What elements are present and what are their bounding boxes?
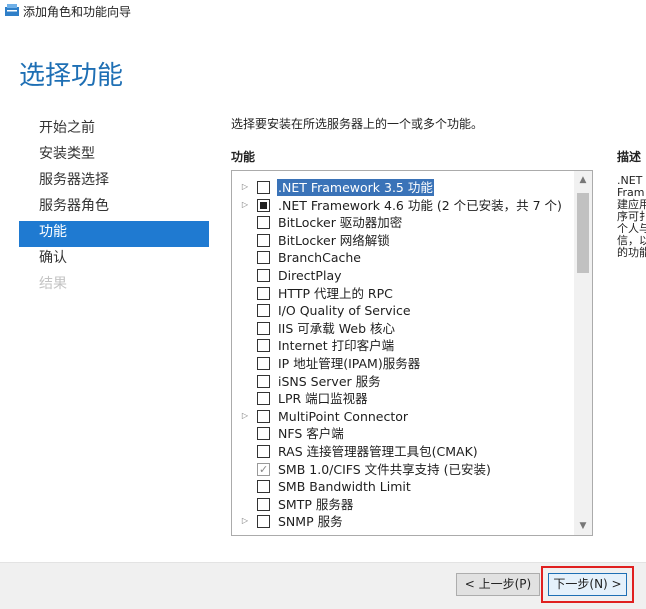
feature-item[interactable]: Internet 打印客户端 xyxy=(232,337,572,354)
feature-label: LPR 端口监视器 xyxy=(278,391,368,407)
feature-checkbox[interactable] xyxy=(257,269,270,282)
feature-label: NFS 客户端 xyxy=(278,426,344,442)
wizard-step: 结果 xyxy=(39,276,67,292)
feature-item[interactable]: ▷ SNMP 服务 xyxy=(232,513,572,530)
expand-arrow-icon[interactable]: ▷ xyxy=(240,182,250,192)
feature-item[interactable]: IP 地址管理(IPAM)服务器 xyxy=(232,355,572,372)
window-title: 添加角色和功能向导 xyxy=(23,5,132,19)
feature-checkbox[interactable] xyxy=(257,251,270,265)
feature-item[interactable]: BitLocker 网络解锁 xyxy=(232,232,572,249)
wizard-step[interactable]: 安装类型 xyxy=(39,143,179,169)
feature-checkbox[interactable] xyxy=(257,409,270,423)
description-line: 的功能 xyxy=(617,246,646,259)
wizard-steps: 开始之前 安装类型 服务器选择 服务器角色 功能 确认结果 xyxy=(19,117,209,299)
feature-label: SMB Bandwidth Limit xyxy=(278,479,411,495)
feature-item[interactable]: ▷ MultiPoint Connector xyxy=(232,408,572,425)
feature-item[interactable]: ▷ .NET Framework 4.6 功能 (2 个已安装，共 7 个) xyxy=(232,197,572,214)
feature-checkbox[interactable] xyxy=(257,461,270,478)
feature-description: .NET Fram 建应用 序可扌 个人与 信，以 的功能 xyxy=(617,175,646,259)
feature-checkbox[interactable] xyxy=(257,286,270,300)
feature-item[interactable]: iSNS Server 服务 xyxy=(232,373,572,390)
expand-arrow-icon[interactable]: ▷ xyxy=(240,200,250,210)
feature-label: iSNS Server 服务 xyxy=(278,373,381,389)
page-title: 选择功能 xyxy=(19,61,124,91)
feature-item[interactable]: I/O Quality of Service xyxy=(232,302,572,319)
feature-item[interactable]: SMTP 服务器 xyxy=(232,496,572,513)
feature-checkbox[interactable] xyxy=(257,233,270,247)
feature-item[interactable]: LPR 端口监视器 xyxy=(232,390,572,407)
feature-label: RAS 连接管理器管理工具包(CMAK) xyxy=(278,444,478,459)
feature-item[interactable]: HTTP 代理上的 RPC xyxy=(232,285,572,302)
expand-arrow-icon[interactable]: ▷ xyxy=(240,411,250,421)
feature-label: MultiPoint Connector xyxy=(278,408,409,424)
feature-checkbox[interactable] xyxy=(257,445,270,458)
feature-item[interactable]: RAS 连接管理器管理工具包(CMAK) xyxy=(232,443,572,460)
next-button[interactable]: 下一步(N) > xyxy=(548,573,627,596)
expand-arrow-icon[interactable]: ▷ xyxy=(240,516,250,526)
instruction-text: 选择要安装在所选服务器上的一个或多个功能。 xyxy=(231,117,484,131)
scroll-down-icon[interactable]: ▼ xyxy=(574,517,592,535)
feature-item[interactable]: SMB Bandwidth Limit xyxy=(232,478,572,495)
feature-label: BitLocker 网络解锁 xyxy=(278,232,390,248)
feature-checkbox[interactable] xyxy=(257,357,270,370)
feature-checkbox[interactable] xyxy=(257,181,270,194)
title-bar: 添加角色和功能向导 xyxy=(0,0,646,22)
description-header: 描述 xyxy=(617,150,642,164)
feature-checkbox[interactable] xyxy=(257,392,270,406)
feature-item[interactable]: NFS 客户端 xyxy=(232,425,572,442)
features-list[interactable]: ▲ ▼ ▷ .NET Framework 3.5 功能 ▷ .NET Framewor… xyxy=(231,170,593,536)
feature-checkbox[interactable] xyxy=(257,480,270,494)
server-manager-icon xyxy=(5,4,19,16)
feature-checkbox[interactable] xyxy=(257,497,270,511)
feature-item[interactable]: BitLocker 驱动器加密 xyxy=(232,214,572,231)
wizard-step[interactable]: 确认 xyxy=(39,247,179,273)
wizard-step[interactable]: 服务器选择 xyxy=(39,169,179,195)
feature-item[interactable]: DirectPlay xyxy=(232,267,572,284)
feature-checkbox[interactable] xyxy=(257,198,270,212)
feature-label: DirectPlay xyxy=(278,268,342,283)
feature-checkbox[interactable] xyxy=(257,304,270,318)
feature-label: SMB 1.0/CIFS 文件共享支持 (已安装) xyxy=(278,461,491,477)
feature-checkbox[interactable] xyxy=(257,427,270,441)
feature-checkbox[interactable] xyxy=(257,374,270,388)
feature-label: SNMP 服务 xyxy=(278,514,343,530)
feature-label: I/O Quality of Service xyxy=(278,303,411,319)
feature-label: SMTP 服务器 xyxy=(278,496,354,512)
feature-item[interactable]: SMB 1.0/CIFS 文件共享支持 (已安装) xyxy=(232,461,572,478)
feature-item[interactable]: ▷ .NET Framework 3.5 功能 xyxy=(232,179,572,196)
vertical-scrollbar[interactable]: ▲ ▼ xyxy=(574,171,592,535)
feature-label: .NET Framework 4.6 功能 (2 个已安装，共 7 个) xyxy=(278,197,562,213)
wizard-step[interactable]: 服务器角色 xyxy=(39,195,179,221)
feature-label: IP 地址管理(IPAM)服务器 xyxy=(278,356,421,371)
scroll-up-icon[interactable]: ▲ xyxy=(574,171,592,189)
wizard-step[interactable]: 开始之前 xyxy=(39,117,179,143)
feature-item[interactable]: IIS 可承载 Web 核心 xyxy=(232,320,572,337)
feature-checkbox[interactable] xyxy=(257,515,270,529)
feature-label: HTTP 代理上的 RPC xyxy=(278,285,393,301)
feature-label: BranchCache xyxy=(278,250,361,266)
wizard-step[interactable]: 功能 xyxy=(19,221,209,247)
features-header: 功能 xyxy=(231,150,256,164)
feature-label: .NET Framework 3.5 功能 xyxy=(277,179,434,196)
feature-checkbox[interactable] xyxy=(257,216,270,230)
feature-label: BitLocker 驱动器加密 xyxy=(278,215,403,231)
previous-button[interactable]: < 上一步(P) xyxy=(456,573,540,596)
scroll-thumb[interactable] xyxy=(577,193,589,273)
feature-label: IIS 可承载 Web 核心 xyxy=(278,320,395,336)
feature-checkbox[interactable] xyxy=(257,321,270,335)
feature-label: Internet 打印客户端 xyxy=(278,338,395,354)
feature-item[interactable]: BranchCache xyxy=(232,249,572,266)
feature-checkbox[interactable] xyxy=(257,339,270,353)
